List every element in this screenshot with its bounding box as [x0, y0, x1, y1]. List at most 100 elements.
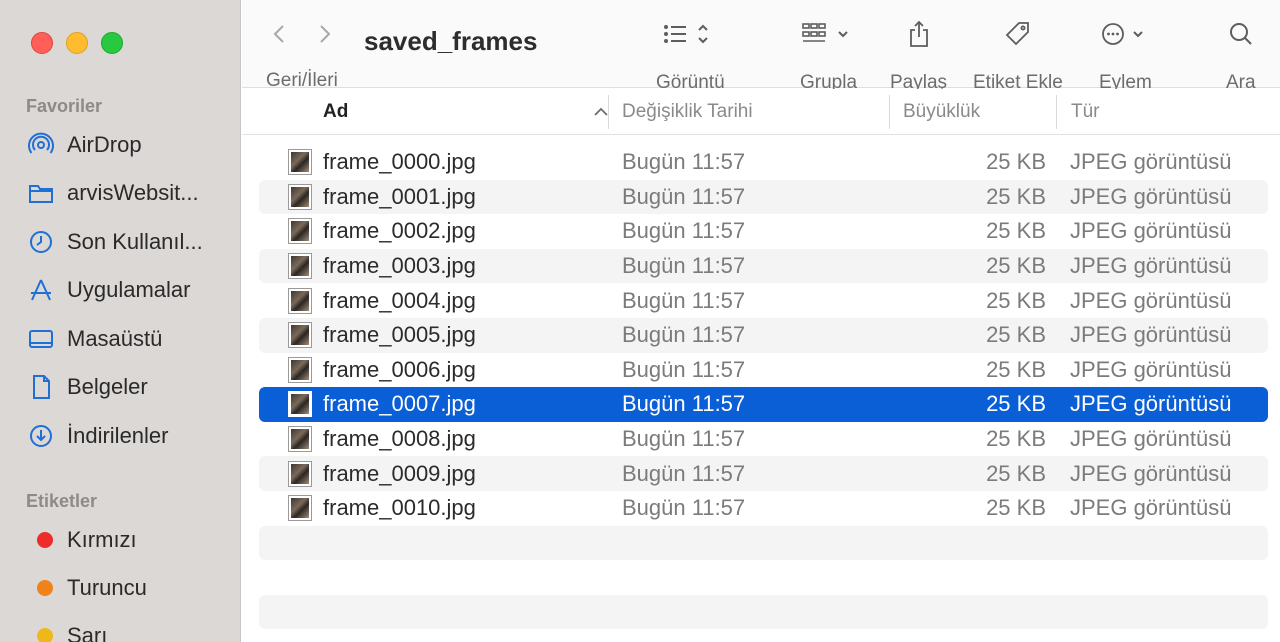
search-button[interactable]: Ara: [1226, 14, 1256, 94]
file-date: Bugün 11:57: [622, 495, 746, 521]
column-header: Ad Değişiklik Tarihi Büyüklük Tür: [242, 89, 1280, 135]
file-row[interactable]: frame_0006.jpg Bugün 11:57 25 KB JPEG gö…: [259, 353, 1268, 388]
image-thumbnail-icon: [288, 218, 312, 245]
sidebar-item-label: Uygulamalar: [67, 277, 191, 302]
yellow-tag-dot: [37, 628, 53, 642]
sidebar-item-folder[interactable]: arvisWebsit...: [26, 175, 231, 211]
column-size-label: Büyüklük: [903, 101, 981, 122]
sidebar-tag-orange[interactable]: Turuncu: [26, 570, 231, 606]
column-date[interactable]: Değişiklik Tarihi: [622, 89, 887, 135]
back-button[interactable]: [269, 22, 291, 46]
file-name: frame_0005.jpg: [323, 322, 476, 348]
list-view-icon: [664, 24, 709, 44]
add-tag-button[interactable]: Etiket Ekle: [973, 14, 1063, 94]
column-name[interactable]: Ad: [323, 89, 608, 135]
group-button[interactable]: Grupla: [800, 14, 857, 94]
download-icon: [26, 421, 56, 451]
column-date-label: Değişiklik Tarihi: [622, 101, 753, 122]
file-row[interactable]: frame_0001.jpg Bugün 11:57 25 KB JPEG gö…: [259, 179, 1268, 215]
yellow-tag-icon: [26, 621, 56, 642]
file-size: 25 KB: [986, 218, 1046, 244]
file-kind: JPEG görüntüsü: [1070, 322, 1232, 348]
file-date: Bugün 11:57: [622, 356, 746, 382]
file-row[interactable]: frame_0004.jpg Bugün 11:57 25 KB JPEG gö…: [259, 283, 1268, 318]
sidebar-item-label: İndirilenler: [67, 423, 169, 448]
empty-row: [259, 525, 1268, 561]
file-date: Bugün 11:57: [622, 183, 746, 209]
airdrop-icon: [26, 130, 56, 160]
sidebar-item-downloads[interactable]: İndirilenler: [26, 418, 231, 454]
sort-ascending-icon: [594, 107, 608, 116]
file-row[interactable]: frame_0008.jpg Bugün 11:57 25 KB JPEG gö…: [259, 422, 1268, 457]
column-kind-label: Tür: [1071, 101, 1100, 122]
file-date: Bugün 11:57: [622, 426, 746, 452]
back-forward-control: Geri/İleri: [266, 14, 338, 92]
column-size[interactable]: Büyüklük: [903, 89, 1053, 135]
file-size: 25 KB: [986, 426, 1046, 452]
sidebar-tag-red[interactable]: Kırmızı: [26, 522, 231, 558]
column-divider: [889, 95, 890, 129]
image-thumbnail-icon: [288, 149, 312, 176]
file-size: 25 KB: [986, 183, 1046, 209]
share-button[interactable]: Paylaş: [890, 14, 947, 94]
chevron-right-icon: [320, 25, 331, 43]
forward-button[interactable]: [313, 22, 335, 46]
file-kind: JPEG görüntüsü: [1070, 149, 1232, 175]
share-icon: [909, 20, 928, 47]
file-row[interactable]: frame_0010.jpg Bugün 11:57 25 KB JPEG gö…: [259, 491, 1268, 526]
column-divider: [1056, 95, 1057, 129]
file-kind: JPEG görüntüsü: [1070, 495, 1232, 521]
image-thumbnail-icon: [288, 391, 312, 418]
toolbar: Geri/İleri saved_frames Görüntü Grupla P…: [242, 0, 1280, 93]
file-date: Bugün 11:57: [622, 322, 746, 348]
file-row[interactable]: frame_0000.jpg Bugün 11:57 25 KB JPEG gö…: [259, 145, 1268, 180]
minimize-window-button[interactable]: [66, 32, 88, 54]
file-size: 25 KB: [986, 391, 1046, 417]
file-date: Bugün 11:57: [622, 391, 746, 417]
sidebar-item-documents[interactable]: Belgeler: [26, 369, 231, 405]
tags-heading: Etiketler: [26, 491, 98, 511]
file-name: frame_0010.jpg: [323, 495, 476, 521]
file-name: frame_0008.jpg: [323, 426, 476, 452]
sidebar-item-label: Masaüstü: [67, 326, 163, 351]
zoom-window-button[interactable]: [101, 32, 123, 54]
sidebar-item-desktop[interactable]: Masaüstü: [26, 321, 231, 357]
file-name: frame_0006.jpg: [323, 356, 476, 382]
image-thumbnail-icon: [288, 322, 312, 349]
sidebar-item-label: arvisWebsit...: [67, 180, 199, 205]
file-date: Bugün 11:57: [622, 218, 746, 244]
file-kind: JPEG görüntüsü: [1070, 426, 1232, 452]
tag-icon: [1005, 22, 1029, 46]
file-size: 25 KB: [986, 322, 1046, 348]
file-date: Bugün 11:57: [622, 287, 746, 313]
file-kind: JPEG görüntüsü: [1070, 218, 1232, 244]
image-thumbnail-icon: [288, 460, 312, 487]
image-thumbnail-icon: [288, 426, 312, 453]
column-kind[interactable]: Tür: [1071, 89, 1271, 135]
file-date: Bugün 11:57: [622, 253, 746, 279]
folder-icon: [26, 178, 56, 208]
file-row[interactable]: frame_0009.jpg Bugün 11:57 25 KB JPEG gö…: [259, 456, 1268, 491]
view-button[interactable]: Görüntü: [656, 14, 725, 94]
file-row-selected[interactable]: frame_0007.jpg Bugün 11:57 25 KB JPEG gö…: [259, 387, 1268, 422]
action-button[interactable]: Eylem: [1099, 14, 1152, 94]
sidebar-item-recents[interactable]: Son Kullanıl...: [26, 224, 231, 260]
file-name: frame_0004.jpg: [323, 287, 476, 313]
file-size: 25 KB: [986, 460, 1046, 486]
file-row[interactable]: frame_0005.jpg Bugün 11:57 25 KB JPEG gö…: [259, 317, 1268, 353]
sidebar-item-airdrop[interactable]: AirDrop: [26, 127, 231, 163]
file-kind: JPEG görüntüsü: [1070, 391, 1232, 417]
file-list: frame_0000.jpg Bugün 11:57 25 KB JPEG gö…: [259, 145, 1268, 630]
sidebar-item-applications[interactable]: Uygulamalar: [26, 272, 231, 308]
sidebar-item-label: Kırmızı: [67, 527, 137, 552]
file-name: frame_0009.jpg: [323, 460, 476, 486]
sidebar-tag-yellow[interactable]: Sarı: [26, 618, 231, 642]
file-row[interactable]: frame_0002.jpg Bugün 11:57 25 KB JPEG gö…: [259, 214, 1268, 249]
file-size: 25 KB: [986, 356, 1046, 382]
sidebar: Favoriler AirDrop arvisWebsit... Son Kul…: [0, 0, 241, 642]
image-thumbnail-icon: [288, 495, 312, 522]
sidebar-item-label: Belgeler: [67, 374, 148, 399]
document-icon: [26, 372, 56, 402]
close-window-button[interactable]: [31, 32, 53, 54]
file-row[interactable]: frame_0003.jpg Bugün 11:57 25 KB JPEG gö…: [259, 248, 1268, 284]
